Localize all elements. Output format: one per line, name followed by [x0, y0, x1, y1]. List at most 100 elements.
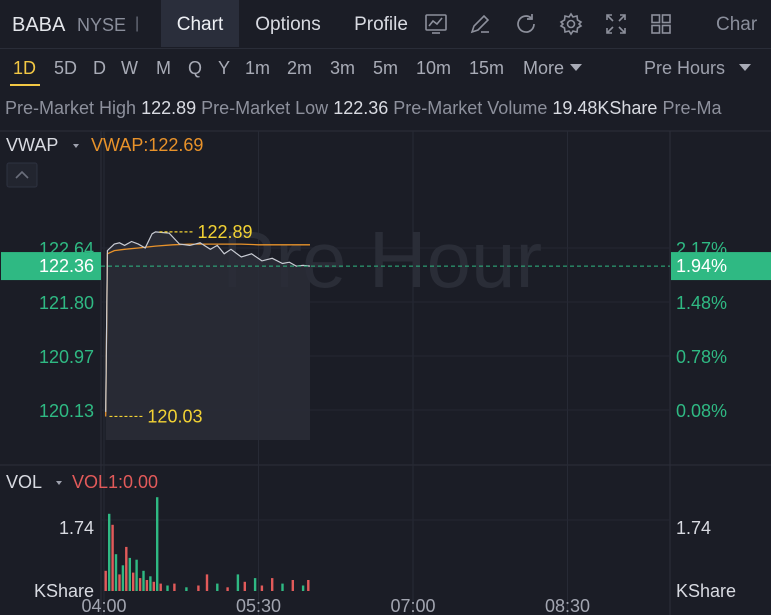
volume-bar	[128, 557, 131, 591]
volume-bar	[216, 583, 219, 591]
volume-bars	[104, 497, 310, 591]
volume-bar	[205, 574, 209, 591]
period-3m[interactable]: 3m	[330, 58, 355, 79]
header-separator: |	[135, 15, 140, 32]
percent-axis-label: 1.48%	[676, 293, 727, 313]
volume-bar	[197, 585, 200, 591]
tab-chart-label: Chart	[176, 14, 224, 35]
volume-bar	[173, 583, 176, 591]
draw-icon[interactable]	[468, 12, 492, 36]
tab-chart[interactable]: Chart	[161, 0, 239, 47]
volume-bar	[108, 513, 111, 591]
symbol: BABA	[12, 14, 66, 36]
premarket-high-value: 122.89	[141, 98, 197, 118]
tab-options[interactable]: Options	[243, 0, 333, 47]
layout-grid-icon[interactable]	[649, 12, 673, 36]
volume-bar	[125, 546, 128, 591]
volume-bar	[118, 574, 121, 591]
volume-bar	[166, 585, 169, 591]
volume-bar	[281, 583, 284, 591]
period-2m[interactable]: 2m	[287, 58, 312, 79]
more-caret-icon[interactable]	[570, 64, 582, 72]
period-1d[interactable]: 1D	[13, 58, 36, 79]
volume-bar	[185, 587, 188, 591]
fullscreen-icon[interactable]	[604, 12, 628, 36]
refresh-icon[interactable]	[514, 12, 538, 36]
volume-bar	[243, 581, 246, 591]
percent-axis-label: 0.78%	[676, 347, 727, 367]
period-15m[interactable]: 15m	[469, 58, 504, 79]
period-10m[interactable]: 10m	[416, 58, 451, 79]
tab-profile[interactable]: Profile	[343, 0, 419, 47]
period-y[interactable]: Y	[218, 58, 230, 79]
period-5m[interactable]: 5m	[373, 58, 398, 79]
volume-bar	[142, 570, 145, 591]
price-axis-label: 120.13	[39, 401, 94, 421]
time-axis: 04:00 05:30 07:00 08:30	[81, 596, 590, 615]
premarket-info-row: Pre-Market High 122.89 Pre-Market Low 12…	[5, 98, 721, 119]
period-w[interactable]: W	[121, 58, 138, 79]
volume-bar	[104, 570, 107, 591]
time-axis-label: 05:30	[236, 596, 281, 615]
premarket-volume-value: 19.48KShare	[552, 98, 658, 118]
volume-bar	[271, 578, 274, 591]
volume-bar	[226, 587, 229, 591]
vol-dropdown-caret-icon[interactable]	[56, 481, 62, 485]
volume-bar	[307, 580, 310, 591]
tab-profile-label: Profile	[354, 14, 408, 35]
price-axis-label: 120.97	[39, 347, 94, 367]
price-chart[interactable]: Pre Hour VWAP VWAP:122.69 VOL VOL1:0.00 …	[0, 125, 771, 615]
period-more[interactable]: More	[523, 58, 564, 79]
period-1m[interactable]: 1m	[245, 58, 270, 79]
price-axis-label: 121.80	[39, 293, 94, 313]
current-percent-value: 1.94%	[676, 256, 727, 276]
volume-bar	[152, 581, 155, 591]
chart-settings-icon[interactable]	[424, 12, 448, 36]
time-axis-label: 07:00	[390, 596, 435, 615]
current-price-value: 122.36	[39, 256, 94, 276]
exchange: NYSE	[77, 15, 127, 35]
volume-bar	[260, 585, 264, 591]
vwap-dropdown-caret-icon[interactable]	[73, 144, 79, 148]
low-marker-label: 120.03	[147, 406, 202, 426]
period-q[interactable]: Q	[188, 58, 202, 79]
period-d[interactable]: D	[93, 58, 106, 79]
period-5d[interactable]: 5D	[54, 58, 77, 79]
vwap-indicator-label[interactable]: VWAP	[6, 135, 58, 155]
tab-options-label: Options	[255, 14, 321, 35]
collapse-indicator-button[interactable]	[6, 162, 38, 188]
vol-indicator-value: VOL1:0.00	[72, 472, 158, 492]
volume-bar	[156, 497, 159, 591]
volume-bar	[121, 565, 125, 591]
volume-bar	[135, 559, 138, 591]
session-select[interactable]: Pre Hours	[644, 58, 725, 79]
volume-bar	[114, 554, 118, 591]
volume-bar	[301, 585, 305, 591]
period-m[interactable]: M	[156, 58, 171, 79]
premarket-low-value: 122.36	[333, 98, 389, 118]
vwap-indicator-value: VWAP:122.69	[91, 135, 203, 155]
volume-unit-label-right: KShare	[676, 581, 736, 601]
top-bar: BABA NYSE | Chart Options Profile Char	[0, 0, 771, 49]
gear-icon[interactable]	[559, 12, 583, 36]
volume-bar	[236, 574, 240, 591]
percent-axis-label: 0.08%	[676, 401, 727, 421]
premarket-trailing-label: Pre-Ma	[662, 98, 722, 118]
premarket-volume-label: Pre-Market Volume	[393, 98, 548, 118]
volume-bar	[111, 524, 114, 591]
premarket-high-label: Pre-Market High	[5, 98, 137, 118]
time-axis-label: 04:00	[81, 596, 126, 615]
volume-axis-label-right: 1.74	[676, 518, 711, 538]
volume-axis-label: 1.74	[59, 518, 94, 538]
active-period-underline	[10, 84, 40, 86]
truncated-tab-label[interactable]: Char	[716, 14, 757, 36]
price-area-fill	[105, 231, 310, 440]
session-caret-icon[interactable]	[739, 64, 751, 72]
volume-bar	[145, 580, 149, 591]
vol-indicator-label[interactable]: VOL	[6, 472, 42, 492]
volume-bar	[149, 576, 152, 591]
premarket-low-label: Pre-Market Low	[201, 98, 329, 118]
volume-bar	[253, 578, 257, 591]
time-axis-label: 08:30	[545, 596, 590, 615]
volume-bar	[159, 583, 162, 591]
